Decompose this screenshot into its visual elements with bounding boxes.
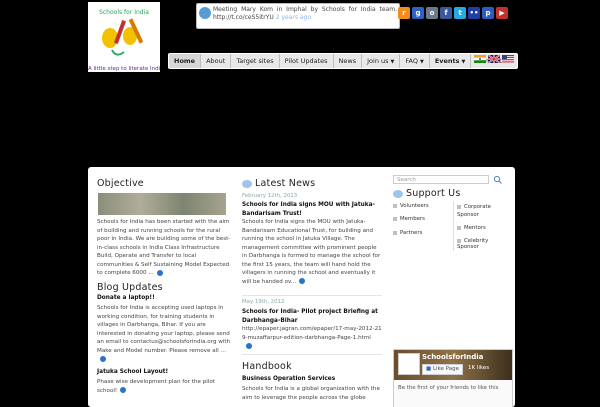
handbook-text: Schools for India is a global organizati…: [242, 386, 380, 401]
news-text: Schools for India signs the MOU with Jat…: [242, 219, 381, 285]
nav-item-about[interactable]: About: [201, 54, 232, 68]
nav-item-label: Home: [174, 57, 196, 65]
logo-image: Schools for India: [99, 9, 149, 56]
google-icon[interactable]: g: [412, 7, 424, 19]
read-more-icon[interactable]: [100, 355, 106, 362]
news-text: http://epaper.jagran.com/epaper/17-may-2…: [242, 325, 382, 351]
india-flag-icon[interactable]: [474, 55, 486, 63]
rss-icon[interactable]: r: [398, 7, 410, 19]
picasa-icon[interactable]: p: [482, 7, 494, 19]
facebook-like-box: SchoolsforIndia ■ Like Page 1K likes Be …: [393, 349, 513, 407]
blog-post-text: Schools for India is accepting used lapt…: [97, 304, 231, 364]
middle-column: Latest News February 12th, 2013 Schools …: [242, 167, 386, 407]
thumbs-up-icon: ■: [426, 366, 432, 372]
support-link-volunteers[interactable]: Volunteers: [393, 203, 429, 209]
chevron-down-icon: ▼: [419, 59, 424, 65]
divider: [242, 354, 382, 355]
logo[interactable]: Schools for India A little step to liter…: [88, 2, 160, 72]
nav-item-pilot-updates[interactable]: Pilot Updates: [280, 54, 334, 68]
tweet-time: 2 years ago: [275, 14, 312, 21]
search-input[interactable]: Search: [393, 175, 489, 184]
nav-item-label: About: [206, 57, 226, 65]
support-link-partners[interactable]: Partners: [393, 230, 422, 236]
youtube-icon[interactable]: ▶: [496, 7, 508, 19]
facebook-likes-count: 1K likes: [468, 365, 490, 371]
blog-post-text: Phase wise development plan for the pilo…: [97, 379, 215, 394]
handbook-subtitle[interactable]: Business Operation Services: [242, 376, 335, 382]
facebook-friends-text: Be the first of your friends to like thi…: [398, 385, 499, 391]
twitter-bird-icon: [199, 7, 211, 19]
chevron-down-icon: ▼: [390, 59, 395, 65]
nav-item-label: Events: [434, 57, 460, 65]
tweet-ticker: Meeting Mary Kom in Imphal by Schools fo…: [196, 3, 400, 29]
logo-tagline: A little step to literate India: [88, 66, 160, 72]
facebook-icon[interactable]: f: [440, 7, 452, 19]
flickr-icon[interactable]: ••: [468, 7, 480, 19]
nav-item-home[interactable]: Home: [169, 54, 202, 68]
search-icon[interactable]: [493, 175, 503, 184]
objective-text: Schools for India has been started with …: [97, 219, 231, 276]
nav-item-label: Target sites: [236, 57, 274, 65]
nav-item-faq[interactable]: FAQ ▼: [400, 54, 430, 68]
content-panel: Objective Schools for India has been sta…: [88, 167, 515, 407]
us-flag-icon[interactable]: [502, 55, 514, 63]
read-more-icon[interactable]: [299, 278, 306, 284]
news-date: May 19th, 2012: [242, 299, 285, 305]
objective-banner-image: [98, 193, 226, 215]
chevron-down-icon: ▼: [461, 59, 466, 65]
page-avatar[interactable]: [398, 353, 420, 375]
right-column: Search Support Us Volunteers Members Par…: [393, 167, 513, 407]
nav-item-label: News: [338, 57, 357, 65]
nav-item-target-sites[interactable]: Target sites: [231, 54, 280, 68]
nav-item-label: Pilot Updates: [284, 57, 328, 65]
latest-news-title: Latest News: [242, 178, 315, 189]
facebook-page-name[interactable]: SchoolsforIndia: [422, 353, 483, 361]
nav-item-events[interactable]: Events ▼: [430, 54, 472, 68]
nav-item-news[interactable]: News: [334, 54, 363, 68]
facebook-like-button[interactable]: ■ Like Page: [422, 364, 463, 375]
blog-post-title[interactable]: Jatuka School Layout!: [97, 369, 168, 375]
handbook-title: Handbook: [242, 361, 292, 372]
nav-item-label: Join us: [367, 57, 389, 65]
support-link-members[interactable]: Members: [393, 216, 425, 222]
read-more-icon[interactable]: [246, 342, 252, 349]
social-icons: r g o f t •• p ▶: [398, 7, 508, 21]
uk-flag-icon[interactable]: [488, 55, 500, 63]
speech-bubble-icon: [242, 179, 252, 188]
language-flags: [474, 55, 514, 63]
main-nav: Home About Target sites Pilot Updates News Jo…: [168, 53, 518, 69]
support-us-title: Support Us: [393, 188, 460, 199]
news-title[interactable]: Schools for India signs MOU with Jatuka-…: [242, 201, 382, 218]
read-more-icon[interactable]: [120, 387, 127, 393]
read-more-icon[interactable]: [156, 269, 163, 276]
svg-text:Schools for India: Schools for India: [99, 9, 149, 16]
linkedin-icon[interactable]: o: [426, 7, 438, 19]
nav-item-join-us[interactable]: Join us ▼: [362, 54, 401, 68]
nav-item-label: FAQ: [405, 57, 418, 65]
news-date: February 12th, 2013: [242, 193, 298, 199]
divider: [453, 201, 454, 251]
speech-bubble-icon: [393, 189, 403, 198]
blog-updates-title: Blog Updates: [97, 282, 163, 293]
news-title[interactable]: Schools for India- Pilot project Briefin…: [242, 308, 382, 325]
support-link-corporate-sponsor[interactable]: Corporate Sponsor: [457, 203, 505, 219]
support-link-mentors[interactable]: Mentors: [457, 225, 486, 231]
blog-post-title[interactable]: Donate a laptop!!: [97, 295, 155, 301]
twitter-icon[interactable]: t: [454, 7, 466, 19]
support-link-celebrity-sponsor[interactable]: Celebrity Sponsor: [457, 238, 509, 250]
divider: [242, 295, 382, 296]
left-column: Objective Schools for India has been sta…: [94, 167, 234, 407]
objective-title: Objective: [97, 178, 144, 189]
